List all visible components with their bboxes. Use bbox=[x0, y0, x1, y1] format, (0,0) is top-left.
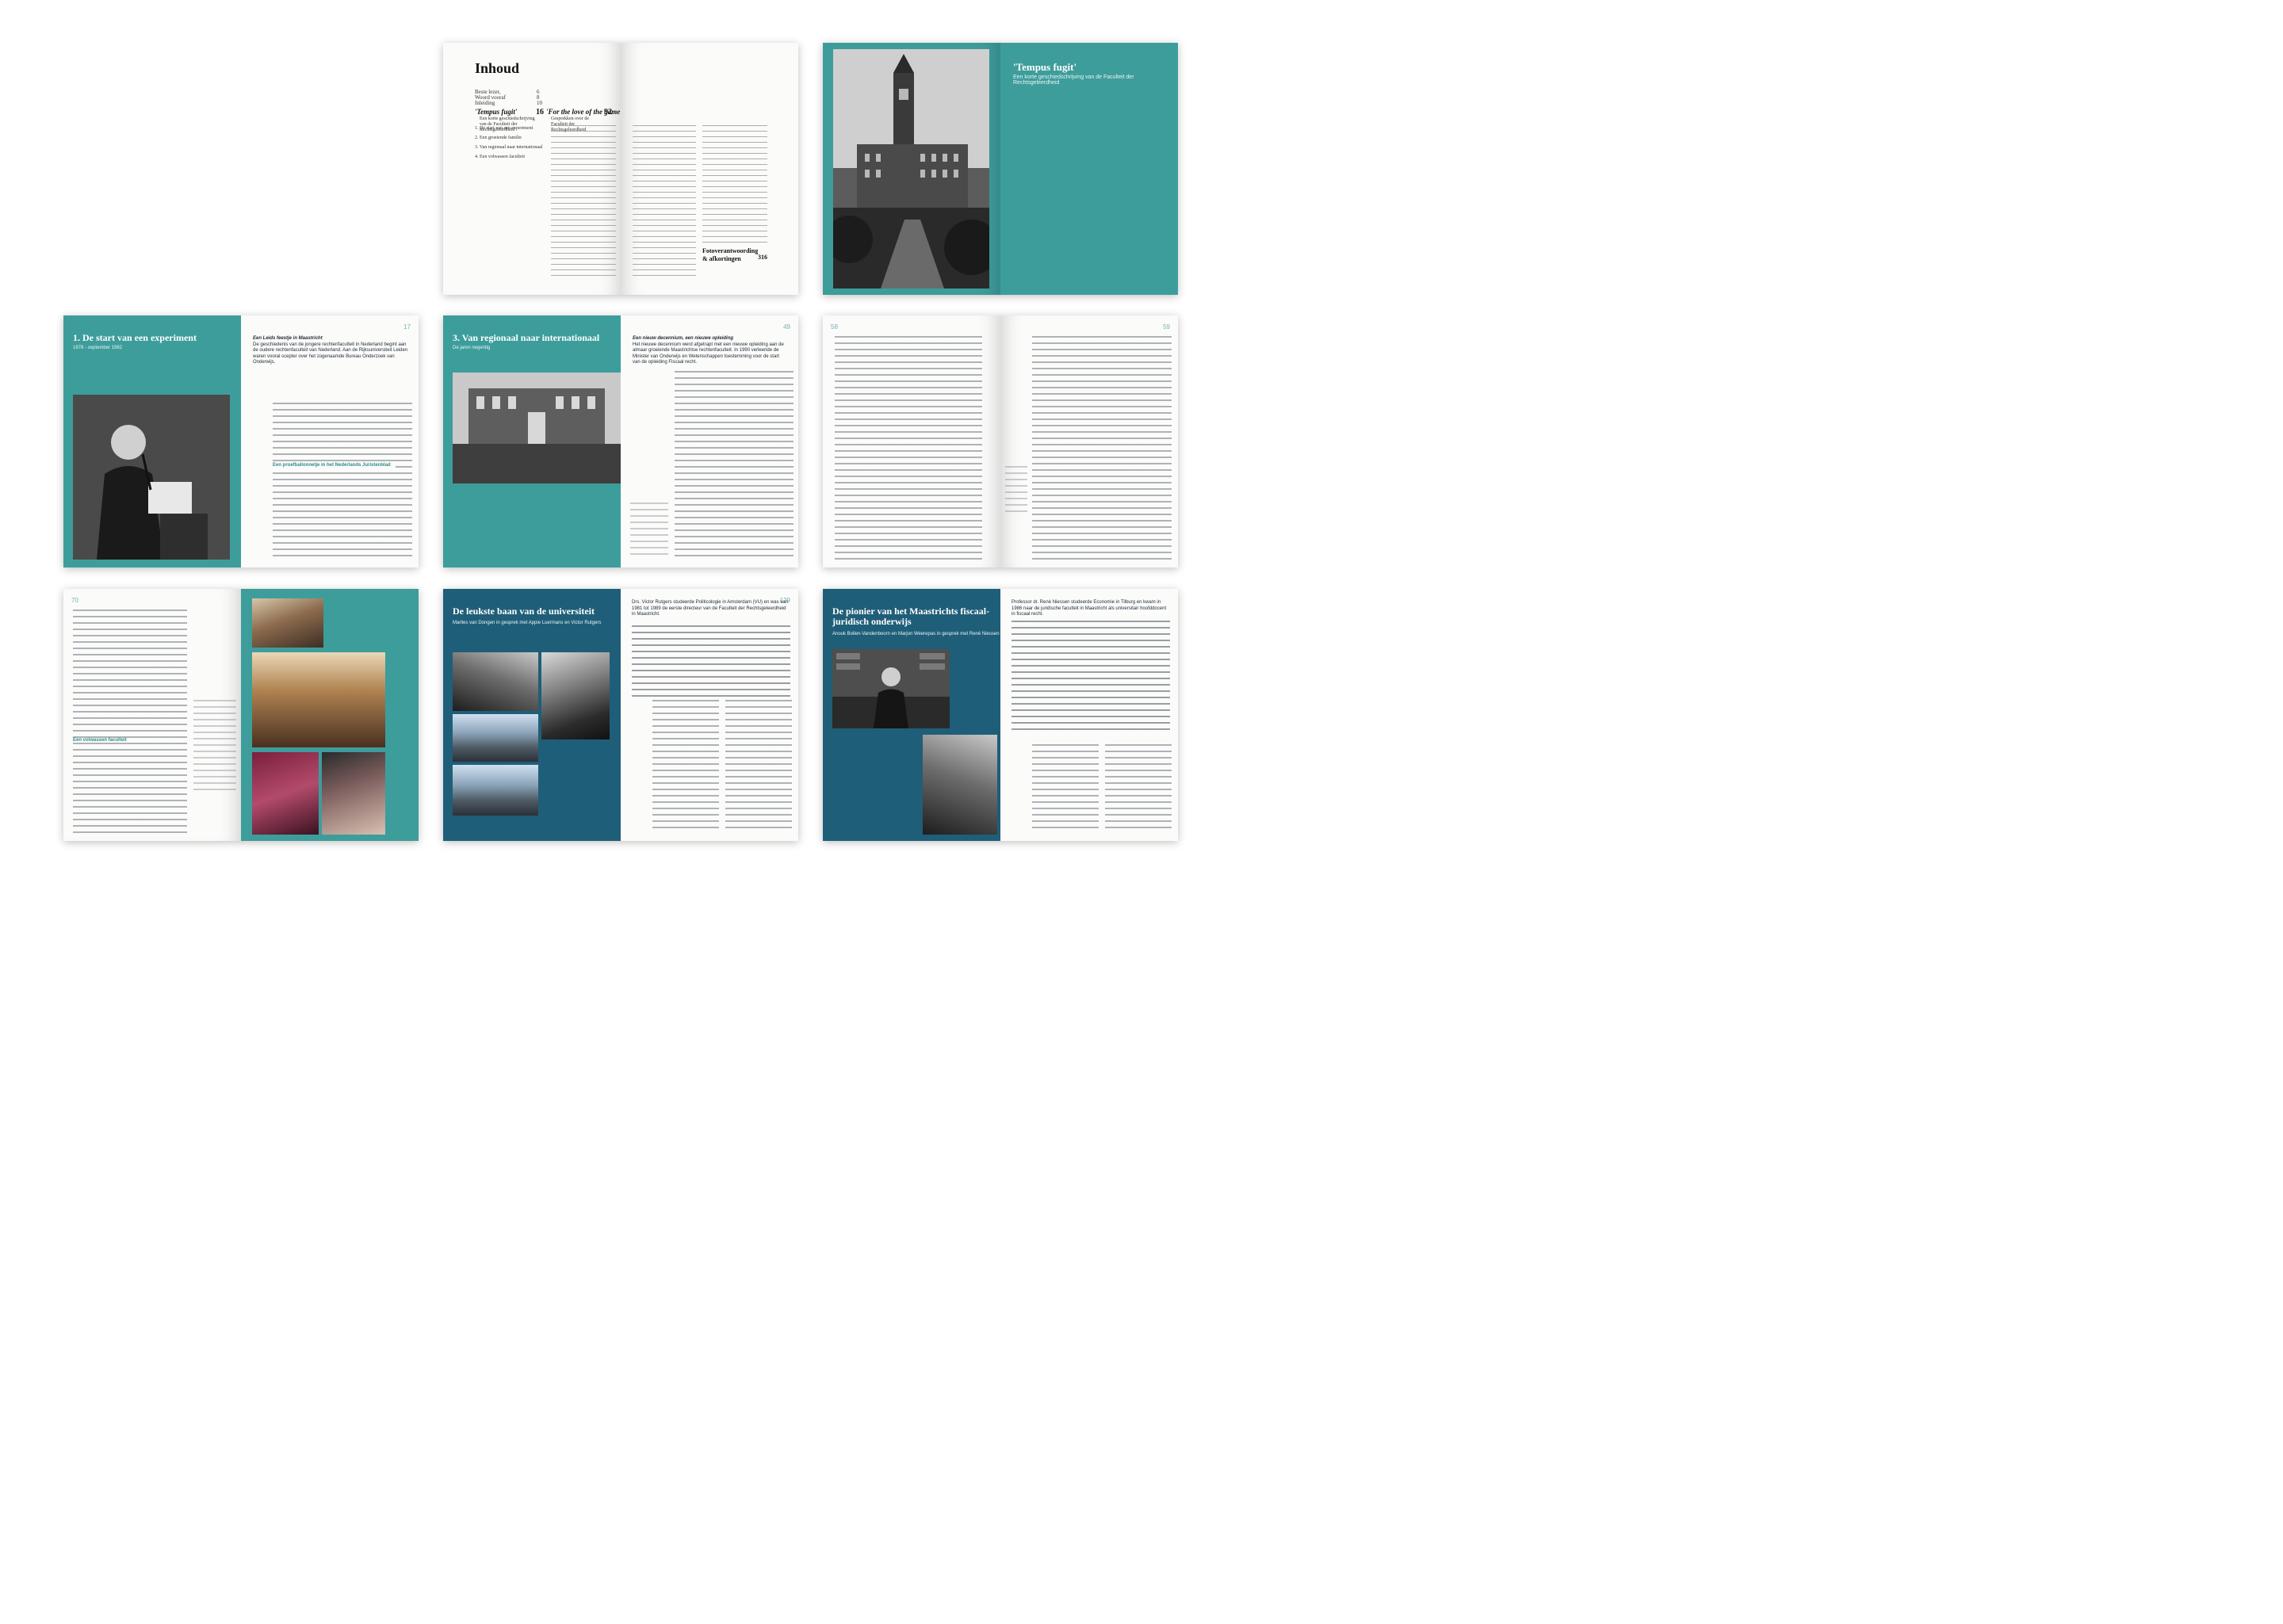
building-illustration bbox=[833, 49, 989, 288]
toc-spread: Inhoud Beste lezer, Woord vooraf Inleidi… bbox=[443, 43, 798, 295]
chapter-1-spread: 1. De start van een experiment 1978 - se… bbox=[63, 315, 419, 567]
chapter-4-footnotes bbox=[193, 700, 236, 795]
courtyard-building-photo bbox=[453, 373, 621, 483]
toc-item-4: 4. Een volwassen faculteit bbox=[475, 155, 525, 159]
black-white-portrait-photo bbox=[453, 652, 538, 711]
chapter-1-intro-heading: Een Leids feestje in Maastricht bbox=[253, 336, 323, 341]
lecturer-speaking-photo bbox=[73, 395, 230, 560]
tempus-subtitle: Een korte geschiedschrijving van de Facu… bbox=[1013, 75, 1134, 86]
chapter-3-body-text bbox=[675, 371, 794, 560]
group-photo-2 bbox=[453, 765, 538, 816]
chapter-3-title: 3. Van regionaal naar internationaal bbox=[453, 332, 600, 343]
pionier-body-col-1 bbox=[1032, 744, 1099, 831]
leukste-baan-right-page: 129 Drs. Victor Rutgers studeerde Politi… bbox=[621, 589, 798, 841]
chapter-3-intro: Een nieuw decennium, een nieuwe opleidin… bbox=[633, 336, 788, 366]
chapter-1-subheading: Een proefballonnetje in het Nederlands J… bbox=[273, 463, 396, 468]
toc-front-3: Inleiding bbox=[475, 100, 495, 106]
toc-end-page: 316 bbox=[758, 254, 767, 261]
text-spread-footnotes bbox=[1005, 466, 1027, 514]
professor-office-photo bbox=[832, 649, 950, 728]
text-spread-left-page: 58 bbox=[823, 315, 1000, 567]
chapter-4-right-page bbox=[241, 589, 419, 841]
toc-interview-list-3 bbox=[702, 125, 767, 244]
pionier-right-page: Professor dr. René Niessen studeerde Eco… bbox=[1000, 589, 1178, 841]
auditorium-seats-photo bbox=[252, 752, 319, 835]
chapter-3-intro-heading: Een nieuw decennium, een nieuwe opleidin… bbox=[633, 336, 734, 341]
leukste-baan-body-col-1 bbox=[652, 700, 719, 831]
chapter-3-intro-text: Het nieuwe decennium werd afgetrapt met … bbox=[633, 342, 784, 365]
faculty-building-photo bbox=[833, 49, 989, 288]
tempus-title: 'Tempus fugit' bbox=[1013, 61, 1077, 73]
two-women-portrait-photo bbox=[923, 735, 997, 835]
chapter-3-footnotes bbox=[630, 502, 668, 558]
chapter-3-right-page: 49 Een nieuw decennium, een nieuwe oplei… bbox=[621, 315, 798, 567]
leukste-baan-intro-block bbox=[632, 625, 790, 697]
toc-end-title: Fotoverantwoording & afkortingen bbox=[702, 247, 759, 263]
leukste-baan-body-col-2 bbox=[725, 700, 792, 831]
lecturer-illustration bbox=[73, 395, 230, 560]
pionier-subtitle: Anouk Bollen-Vandenboorn en Marjon Weere… bbox=[832, 632, 1000, 636]
pionier-body-col-2 bbox=[1105, 744, 1172, 831]
text-spread: 58 59 bbox=[823, 315, 1178, 567]
toc-interview-list bbox=[551, 125, 616, 281]
toc-title: Inhoud bbox=[475, 60, 520, 76]
toc-section-1-sub: Een korte geschiedschrijving van de Facu… bbox=[480, 117, 535, 133]
chapter-4-left-page: 70 Een volwassen faculteit bbox=[63, 589, 241, 841]
courtyard-illustration bbox=[453, 373, 621, 483]
chapter-1-intro: Een Leids feestje in Maastricht De gesch… bbox=[253, 336, 408, 366]
chapter-3-right-page-number: 49 bbox=[783, 323, 790, 331]
leukste-baan-title: De leukste baan van de universiteit bbox=[453, 606, 595, 617]
toc-item-1: 1. De start van een experiment bbox=[475, 126, 533, 131]
leukste-baan-spread: De leukste baan van de universiteit Marl… bbox=[443, 589, 798, 841]
pionier-intro: Professor dr. René Niessen studeerde Eco… bbox=[1011, 600, 1167, 617]
bearded-man-portrait-photo bbox=[541, 652, 610, 739]
chapter-4-spread: 70 Een volwassen faculteit bbox=[63, 589, 419, 841]
pionier-spread: De pionier van het Maastrichts fiscaal-j… bbox=[823, 589, 1178, 841]
chapter-1-left-page: 1. De start van een experiment 1978 - se… bbox=[63, 315, 241, 567]
toc-item-3: 3. Van regionaal naar internationaal bbox=[475, 145, 543, 150]
chapter-4-subheading: Een volwassen faculteit bbox=[73, 738, 132, 743]
toc-right-page: Fotoverantwoording & afkortingen 316 bbox=[621, 43, 798, 295]
text-spread-right-page-number: 59 bbox=[1163, 323, 1170, 331]
toc-interview-list-2 bbox=[633, 125, 696, 281]
chapter-3-left-page: 3. Van regionaal naar internationaal De … bbox=[443, 315, 621, 567]
pionier-left-page: De pionier van het Maastrichts fiscaal-j… bbox=[823, 589, 1000, 841]
tempus-left-page bbox=[823, 43, 1000, 295]
pionier-title: De pionier van het Maastrichts fiscaal-j… bbox=[832, 606, 990, 627]
chapter-1-title: 1. De start van een experiment bbox=[73, 332, 197, 343]
text-spread-left-body bbox=[835, 336, 982, 560]
toc-section-2-page: 92 bbox=[604, 108, 612, 117]
chapter-1-right-page-number: 17 bbox=[403, 323, 411, 331]
toc-front-page-3: 10 bbox=[537, 100, 542, 106]
toc-item-2: 2. Een groeiende familie bbox=[475, 136, 522, 140]
chapter-4-left-page-number: 70 bbox=[71, 597, 78, 604]
tempus-right-page: 'Tempus fugit' Een korte geschiedschrijv… bbox=[1000, 43, 1178, 295]
chapter-3-spread: 3. Van regionaal naar internationaal De … bbox=[443, 315, 798, 567]
toc-section-1-page: 16 bbox=[536, 108, 544, 117]
text-spread-left-page-number: 58 bbox=[831, 323, 838, 331]
office-illustration bbox=[832, 649, 950, 728]
chapter-1-right-page: 17 Een Leids feestje in Maastricht De ge… bbox=[241, 315, 419, 567]
group-photo-1 bbox=[453, 714, 538, 762]
leukste-baan-intro: Drs. Victor Rutgers studeerde Politicolo… bbox=[632, 600, 788, 617]
hallway-event-photo bbox=[252, 598, 323, 648]
exam-hall-photo bbox=[252, 652, 385, 747]
chapter-1-body-text bbox=[273, 403, 412, 558]
text-spread-right-body bbox=[1032, 336, 1172, 560]
chapter-1-intro-text: De geschiedenis van de jongere rechtenfa… bbox=[253, 342, 408, 365]
toc-section-1-title: 'Tempus fugit' bbox=[475, 108, 518, 116]
chapter-1-subtitle: 1978 - september 1982 bbox=[73, 346, 123, 350]
tempus-spread: 'Tempus fugit' Een korte geschiedschrijv… bbox=[823, 43, 1178, 295]
leukste-baan-left-page: De leukste baan van de universiteit Marl… bbox=[443, 589, 621, 841]
toc-left-page: Inhoud Beste lezer, Woord vooraf Inleidi… bbox=[443, 43, 621, 295]
chapter-4-left-body bbox=[73, 609, 187, 833]
text-spread-right-page: 59 bbox=[1000, 315, 1178, 567]
leukste-baan-subtitle: Marlies van Dongen in gesprek met Appie … bbox=[453, 621, 602, 625]
pionier-intro-block bbox=[1011, 621, 1170, 732]
chapter-3-subtitle: De jaren negentig bbox=[453, 346, 491, 350]
speaker-portrait-photo bbox=[322, 752, 385, 835]
